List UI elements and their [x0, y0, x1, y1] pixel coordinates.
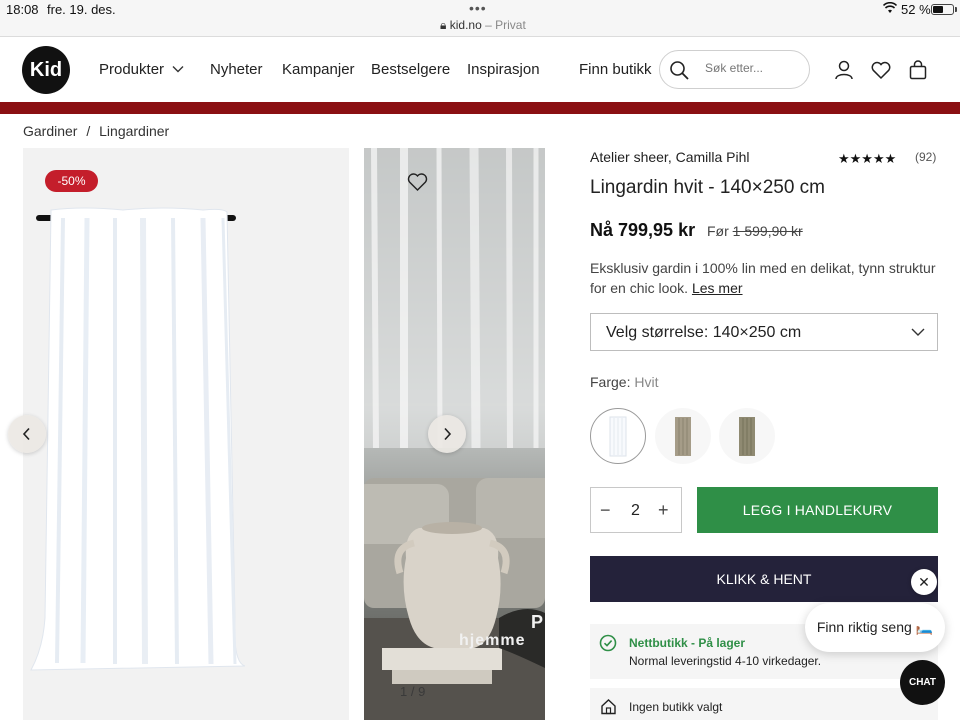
image-counter: 1 / 9: [400, 684, 426, 699]
quantity-value[interactable]: 2: [631, 502, 640, 520]
description-text: Eksklusiv gardin i 100% lin med en delik…: [590, 260, 936, 296]
quantity-increase-button[interactable]: +: [658, 500, 669, 521]
color-swatch-beige[interactable]: [655, 408, 711, 464]
product-description: Eksklusiv gardin i 100% lin med en delik…: [590, 258, 940, 298]
color-label: Farge: Hvit: [590, 374, 658, 390]
color-swatch-olive[interactable]: [719, 408, 775, 464]
size-select[interactable]: Velg størrelse: 140×250 cm: [590, 313, 938, 351]
previous-price-prefix: Før: [707, 223, 729, 239]
wishlist-heart-icon[interactable]: [870, 59, 892, 81]
site-header: Kid Produkter Nyheter Kampanjer Bestselg…: [0, 37, 960, 102]
read-more-link[interactable]: Les mer: [692, 280, 743, 296]
finn-butikk-link[interactable]: Finn butikk: [579, 61, 652, 78]
check-circle-icon: [599, 634, 617, 652]
shopping-bag-icon[interactable]: [907, 59, 929, 81]
curtain-white-icon: [609, 416, 627, 457]
account-icon[interactable]: [833, 59, 855, 81]
close-chat-bubble-button[interactable]: ✕: [911, 569, 937, 595]
gallery-prev-button[interactable]: [8, 415, 46, 453]
stock-title: Nettbutikk - På lager: [629, 636, 746, 650]
previous-price-value: 1 599,90 kr: [732, 223, 803, 239]
size-select-label: Velg størrelse: 140×250 cm: [606, 324, 802, 341]
discount-badge: -50%: [45, 170, 98, 192]
lock-icon: 🔒︎: [440, 18, 447, 32]
battery-icon: [931, 4, 954, 15]
more-dots-icon[interactable]: •••: [469, 0, 487, 16]
wifi-icon: [883, 2, 897, 13]
nav-nyheter[interactable]: Nyheter: [210, 61, 263, 78]
breadcrumb-gardiner[interactable]: Gardiner: [23, 123, 77, 139]
nav-kampanjer[interactable]: Kampanjer: [282, 61, 355, 78]
product-title: Lingardin hvit - 140×250 cm: [590, 177, 826, 198]
curtain-illustration: [23, 148, 349, 720]
search-input[interactable]: [705, 61, 801, 75]
nav-inspirasjon[interactable]: Inspirasjon: [467, 61, 540, 78]
add-to-cart-button[interactable]: LEGG I HANDLEKURV: [697, 487, 938, 533]
image-overlay-letter: P: [531, 612, 544, 632]
chevron-down-icon[interactable]: [172, 64, 184, 74]
quantity-decrease-button[interactable]: −: [600, 500, 611, 521]
product-brand[interactable]: Atelier sheer, Camilla Pihl: [590, 149, 750, 165]
search-icon: [670, 61, 689, 80]
battery-tip: [955, 7, 957, 12]
status-time: 18:08: [6, 2, 39, 17]
nav-produkter[interactable]: Produkter: [99, 61, 164, 78]
curtain-olive-icon: [739, 417, 755, 456]
search-box[interactable]: [659, 50, 810, 89]
kid-logo[interactable]: Kid: [22, 46, 70, 94]
review-count[interactable]: (92): [915, 150, 936, 164]
promo-banner[interactable]: [0, 102, 960, 114]
chevron-right-icon: [444, 427, 452, 441]
address-bar[interactable]: 🔒︎ kid.no – Privat: [440, 18, 526, 33]
store-availability[interactable]: Ingen butikk valgt: [590, 688, 938, 720]
private-label: – Privat: [485, 18, 526, 32]
store-home-icon: [601, 699, 616, 715]
color-swatch-white[interactable]: [590, 408, 646, 464]
address-url: kid.no: [449, 18, 482, 32]
nav-bestselgere[interactable]: Bestselgere: [371, 61, 450, 78]
previous-price: Før 1 599,90 kr: [707, 223, 803, 239]
status-date: fre. 19. des.: [47, 2, 116, 17]
store-title: Ingen butikk valgt: [629, 700, 723, 714]
finn-riktig-seng-bubble[interactable]: Finn riktig seng 🛏️: [805, 603, 945, 652]
click-and-collect-button[interactable]: KLIKK & HENT: [590, 556, 938, 602]
chevron-down-icon: [911, 328, 925, 336]
color-value: Hvit: [634, 374, 659, 390]
image-overlay-text: hjemme: [459, 632, 526, 649]
breadcrumb-lingardiner[interactable]: Lingardiner: [99, 123, 169, 139]
stock-text: Normal leveringstid 4-10 virkedager.: [629, 654, 822, 668]
chevron-left-icon: [22, 427, 30, 441]
color-label-text: Farge:: [590, 374, 631, 390]
battery-percent: 52 %: [901, 2, 931, 17]
quantity-stepper: − 2 +: [590, 487, 682, 533]
rating-stars-icon[interactable]: ★★★★★: [838, 151, 896, 167]
ios-status-bar: 18:08 fre. 19. des. ••• 🔒︎ kid.no – Priv…: [0, 0, 960, 37]
breadcrumb: Gardiner / Lingardiner: [23, 123, 174, 139]
product-image-main[interactable]: [23, 148, 349, 720]
breadcrumb-separator: /: [86, 123, 91, 139]
chat-button[interactable]: CHAT: [900, 660, 945, 705]
curtain-beige-icon: [675, 417, 691, 456]
image-favorite-heart-icon[interactable]: [406, 171, 429, 192]
gallery-next-button[interactable]: [428, 415, 466, 453]
current-price: Nå 799,95 kr: [590, 220, 696, 240]
